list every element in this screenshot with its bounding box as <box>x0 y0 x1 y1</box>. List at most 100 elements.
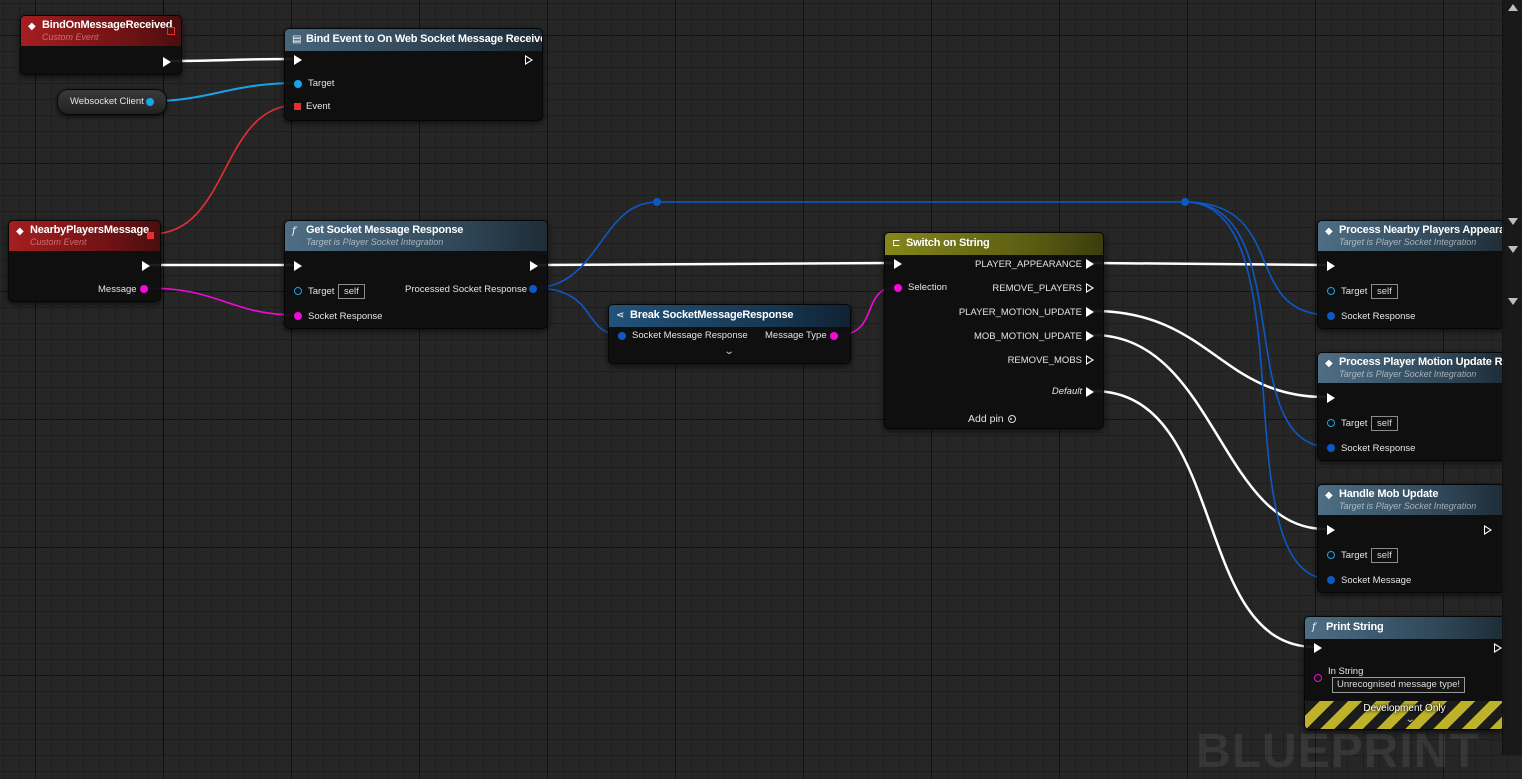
exec-output-pin[interactable] <box>525 55 533 65</box>
scroll-up-arrow-icon[interactable] <box>1508 4 1518 11</box>
target-pin-label: Target <box>1341 418 1368 429</box>
exec-output-pin[interactable] <box>530 261 538 271</box>
add-pin-label: Add pin <box>968 413 1004 425</box>
selection-input-pin[interactable] <box>894 284 902 292</box>
exec-wire <box>536 261 894 267</box>
exec-wire <box>169 57 294 63</box>
vertical-scrollbar[interactable] <box>1502 0 1522 755</box>
processed-pin-label: Processed Socket Response <box>405 284 527 295</box>
reroute-knot <box>653 198 661 206</box>
target-self-field[interactable]: self <box>1371 548 1398 563</box>
development-only-label: Development Only <box>1363 703 1446 714</box>
blueprint-graph-canvas[interactable]: BLUEPRINT ◆ BindOnMessageReceived Custom… <box>0 0 1522 778</box>
socket-response-input-pin[interactable] <box>1327 444 1335 452</box>
bind-on-message-received-node[interactable]: ◆ BindOnMessageReceived Custom Event <box>20 15 182 75</box>
node-subtitle: Custom Event <box>30 237 87 247</box>
scroll-down-arrow-icon[interactable] <box>1508 298 1518 305</box>
process-player-motion-update-node[interactable]: ◆ Process Player Motion Update Response … <box>1317 352 1505 461</box>
handle-mob-update-node[interactable]: ◆ Handle Mob Update Target is Player Soc… <box>1317 484 1505 593</box>
expand-chevron-icon[interactable]: ⌄ <box>724 346 735 357</box>
target-input-pin[interactable] <box>294 80 302 88</box>
struct-input-pin[interactable] <box>618 332 626 340</box>
struct-wire <box>1184 201 1331 580</box>
message-type-output-pin[interactable] <box>830 332 838 340</box>
break-socket-message-response-node[interactable]: ⋖ Break SocketMessageResponse Socket Mes… <box>608 304 851 364</box>
nearby-players-message-node[interactable]: ◆ NearbyPlayersMessage Custom Event Mess… <box>8 220 161 302</box>
bind-event-node[interactable]: ▤ Bind Event to On Web Socket Message Re… <box>284 28 543 121</box>
exec-wire <box>1091 389 1317 649</box>
exec-wire <box>1091 309 1327 399</box>
blueprint-watermark: BLUEPRINT <box>1196 725 1480 778</box>
exec-input-pin[interactable] <box>1327 525 1335 535</box>
exec-input-pin[interactable] <box>294 55 302 65</box>
exec-input-pin[interactable] <box>894 259 902 269</box>
case-default-pin[interactable] <box>1086 387 1094 397</box>
node-subtitle: Custom Event <box>42 32 99 42</box>
exec-input-pin[interactable] <box>1327 393 1335 403</box>
target-input-pin[interactable] <box>1327 419 1335 427</box>
bind-event-icon: ▤ <box>292 34 302 45</box>
case-player-motion-update-label: PLAYER_MOTION_UPDATE <box>958 307 1082 318</box>
exec-output-pin[interactable] <box>1484 525 1492 535</box>
target-input-pin[interactable] <box>1327 551 1335 559</box>
target-self-field[interactable]: self <box>1371 284 1398 299</box>
case-mob-motion-update-label: MOB_MOTION_UPDATE <box>973 331 1082 342</box>
delegate-output-pin[interactable] <box>167 27 175 35</box>
processed-output-pin[interactable] <box>529 285 537 293</box>
add-pin-button[interactable]: Add pin <box>968 413 1016 425</box>
print-string-node[interactable]: f Print String In String Unrecognised me… <box>1304 616 1505 730</box>
case-remove-players-label: REMOVE_PLAYERS <box>992 283 1082 294</box>
socket-response-pin-label: Socket Response <box>1341 443 1416 454</box>
switch-on-string-node[interactable]: ⊏ Switch on String Selection PLAYER_APPE… <box>884 232 1104 429</box>
exec-wire <box>1091 333 1327 531</box>
expand-chevron-icon[interactable]: ⌄ <box>1405 714 1416 725</box>
case-remove-players-pin[interactable] <box>1086 283 1094 293</box>
scroll-down-arrow-icon[interactable] <box>1508 246 1518 253</box>
case-remove-mobs-pin[interactable] <box>1086 355 1094 365</box>
target-self-field[interactable]: self <box>338 284 365 299</box>
process-nearby-players-appearance-node[interactable]: ◆ Process Nearby Players Appearance Targ… <box>1317 220 1505 329</box>
case-player-appearance-pin[interactable] <box>1086 259 1094 269</box>
exec-input-pin[interactable] <box>294 261 302 271</box>
node-title: Bind Event to On Web Socket Message Rece… <box>306 33 543 45</box>
node-title: Get Socket Message Response <box>306 224 464 236</box>
exec-wire <box>1091 261 1327 267</box>
node-title: Print String <box>1326 621 1384 633</box>
target-pin-label: Target <box>1341 550 1368 561</box>
get-socket-message-response-node[interactable]: f Get Socket Message Response Target is … <box>284 220 548 329</box>
break-struct-icon: ⋖ <box>616 310 625 321</box>
socket-message-input-pin[interactable] <box>1327 576 1335 584</box>
object-output-pin[interactable] <box>146 98 154 106</box>
socket-response-pin-label: Socket Response <box>1341 311 1416 322</box>
exec-input-pin[interactable] <box>1314 643 1322 653</box>
in-string-field[interactable]: Unrecognised message type! <box>1332 677 1466 693</box>
node-title: BindOnMessageReceived <box>42 19 173 31</box>
socket-response-pin-label: Socket Response <box>308 311 383 322</box>
delegate-output-pin[interactable] <box>147 232 154 239</box>
scroll-down-arrow-icon[interactable] <box>1508 218 1518 225</box>
switch-icon: ⊏ <box>892 238 901 249</box>
socket-response-input-pin[interactable] <box>1327 312 1335 320</box>
case-player-motion-update-pin[interactable] <box>1086 307 1094 317</box>
target-input-pin[interactable] <box>294 287 302 295</box>
function-icon: ◆ <box>1325 490 1333 501</box>
string-wire <box>147 287 298 316</box>
case-mob-motion-update-pin[interactable] <box>1086 331 1094 341</box>
event-input-pin[interactable] <box>294 103 301 110</box>
exec-output-pin[interactable] <box>163 57 171 67</box>
socket-response-input-pin[interactable] <box>294 312 302 320</box>
node-title: Handle Mob Update <box>1339 488 1439 500</box>
websocket-client-variable[interactable]: Websocket Client <box>57 89 167 115</box>
message-type-pin-label: Message Type <box>765 330 827 341</box>
event-pin-label: Event <box>306 101 331 112</box>
case-default-label: Default <box>1051 386 1082 397</box>
target-self-field[interactable]: self <box>1371 416 1398 431</box>
message-output-pin[interactable] <box>140 285 148 293</box>
exec-output-pin[interactable] <box>1494 643 1502 653</box>
node-title: Process Nearby Players Appearance <box>1339 224 1505 236</box>
node-subtitle: Target is Player Socket Integration <box>1339 369 1477 379</box>
exec-output-pin[interactable] <box>142 261 150 271</box>
in-string-input-pin[interactable] <box>1314 674 1322 682</box>
exec-input-pin[interactable] <box>1327 261 1335 271</box>
target-input-pin[interactable] <box>1327 287 1335 295</box>
